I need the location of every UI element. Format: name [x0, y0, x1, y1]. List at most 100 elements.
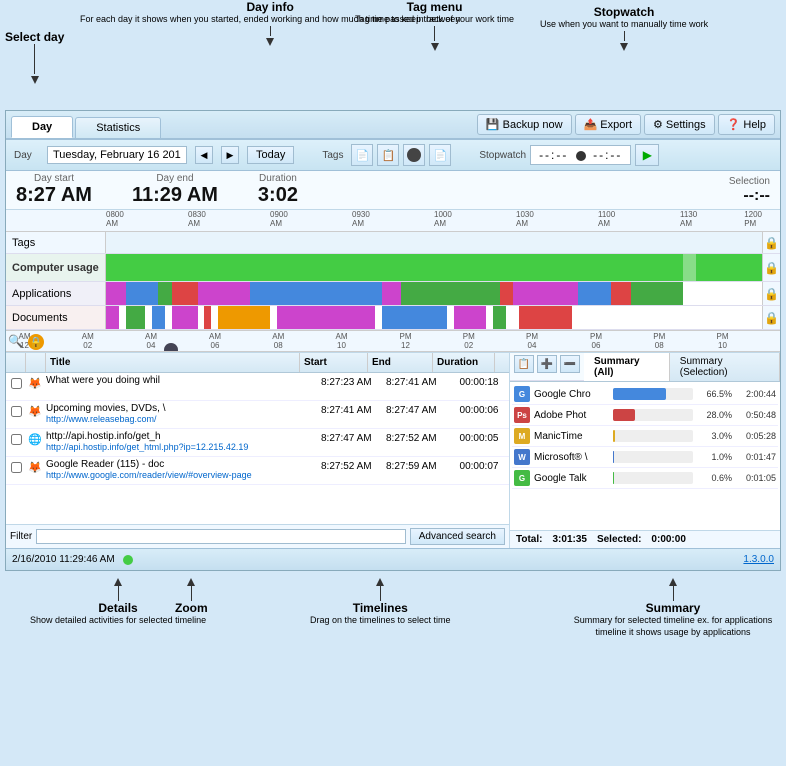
- settings-button[interactable]: ⚙ Settings: [644, 114, 715, 135]
- doc-bar-6: [218, 306, 270, 329]
- tab-day[interactable]: Day: [11, 116, 73, 138]
- stopwatch-section: Stopwatch --:-- --:-- ▶: [479, 144, 659, 166]
- annotations-top: Select day Day info For each day it show…: [0, 0, 786, 110]
- sw-time-value: --:--: [539, 148, 568, 162]
- ann-zoom: Zoom: [175, 576, 208, 615]
- backup-now-button[interactable]: 💾 Backup now: [477, 114, 572, 135]
- tag-circle-button[interactable]: [403, 144, 425, 166]
- row3-check[interactable]: [6, 431, 26, 448]
- btick-4am: AM04: [138, 332, 163, 350]
- tag-dot-icon: [407, 148, 421, 162]
- export-button[interactable]: 📤 Export: [575, 114, 642, 135]
- next-day-button[interactable]: ▶: [221, 146, 239, 164]
- app-bar-4: [172, 282, 198, 305]
- row3-url[interactable]: http://api.hostip.info/get_html.php?ip=1…: [46, 442, 317, 452]
- ann-stopwatch: Stopwatch Use when you want to manually …: [540, 5, 708, 51]
- filter-input[interactable]: [36, 529, 405, 544]
- add-tag-button[interactable]: 📄: [351, 144, 373, 166]
- summary-tool-btn-1[interactable]: 📋: [514, 355, 534, 373]
- row2-check[interactable]: [6, 403, 26, 420]
- advanced-search-button[interactable]: Advanced search: [410, 528, 505, 545]
- selected-value: 0:00:00: [651, 534, 685, 545]
- app-bar-13: [631, 282, 683, 305]
- prev-day-button[interactable]: ◀: [195, 146, 213, 164]
- details-header: Title Start End Duration: [6, 353, 509, 373]
- detail-row: 🦊 Upcoming movies, DVDs, \ http://www.re…: [6, 401, 509, 429]
- arrow-line-stopwatch: [624, 31, 625, 41]
- status-version[interactable]: 1.3.0.0: [743, 554, 774, 565]
- arrow-up-summary: [560, 578, 786, 586]
- row4-title: Google Reader (115) - doc http://www.goo…: [44, 459, 319, 480]
- col-end[interactable]: End: [368, 353, 433, 372]
- app-time-microsoft: 0:01:47: [736, 452, 776, 462]
- detail-row: 🦊 Google Reader (115) - doc http://www.g…: [6, 457, 509, 485]
- row4-start: 8:27:52 AM: [319, 459, 384, 474]
- col-duration[interactable]: Duration: [433, 353, 495, 372]
- day-start-item: Day start 8:27 AM: [16, 173, 92, 207]
- row4-check[interactable]: [6, 459, 26, 476]
- detail-row: 🦊 What were you doing whil 8:27:23 AM 8:…: [6, 373, 509, 401]
- help-button[interactable]: ❓ Help: [718, 114, 775, 135]
- tick-1000: 1000AM: [434, 210, 452, 228]
- app-bar-manictime: [613, 430, 693, 442]
- col-checkbox: [6, 353, 26, 372]
- tag-action-button[interactable]: 📋: [377, 144, 399, 166]
- sw-dot: [576, 151, 586, 161]
- tab-summary-all[interactable]: Summary (All): [584, 353, 670, 381]
- app-bar-fill-photoshop: [613, 409, 635, 421]
- summary-tool-btn-3[interactable]: ➖: [560, 355, 580, 373]
- docs-timeline-label: Documents: [6, 306, 106, 329]
- col-title[interactable]: Title: [46, 353, 300, 372]
- app-bar-photoshop: [613, 409, 693, 421]
- backup-icon: 💾: [486, 118, 500, 131]
- ruler-ticks-top: 0800AM 0830AM 0900AM 0930AM 1000AM 1030A…: [106, 210, 762, 231]
- zoom-lock-icon[interactable]: 🔒: [28, 334, 44, 350]
- doc-bar-10: [493, 306, 506, 329]
- time-ruler-bottom: AM12 AM02 AM04 AM06 AM08 AM10 PM12 PM02 …: [6, 330, 780, 352]
- arrow-line-zoom: [191, 586, 192, 601]
- zoom-dot[interactable]: [164, 343, 178, 352]
- duration-item: Duration 3:02: [258, 173, 298, 207]
- ann-summary: Summary Summary for selected timeline ex…: [560, 576, 786, 638]
- row2-url[interactable]: http://www.releasebag.com/: [46, 414, 317, 424]
- date-input[interactable]: [47, 146, 187, 164]
- docs-bar-area[interactable]: [106, 306, 762, 329]
- timeline-row-tags: Tags 🔒: [6, 232, 780, 254]
- sw-time-value2: --:--: [593, 148, 622, 162]
- app-bar-6: [250, 282, 381, 305]
- app-name-photoshop: Adobe Phot: [534, 410, 609, 421]
- stopwatch-play-button[interactable]: ▶: [635, 144, 659, 166]
- app-name-gtalk: Google Talk: [534, 473, 609, 484]
- tab-summary-selection[interactable]: Summary (Selection): [670, 353, 780, 381]
- app-name-chrome: Google Chro: [534, 389, 609, 400]
- today-button[interactable]: Today: [247, 146, 294, 164]
- app-time-manictime: 0:05:28: [736, 431, 776, 441]
- col-start[interactable]: Start: [300, 353, 368, 372]
- tab-statistics[interactable]: Statistics: [75, 117, 161, 138]
- tick-0900: 0900AM: [270, 210, 288, 228]
- computer-bar-area[interactable]: [106, 254, 762, 281]
- row2-end: 8:27:47 AM: [384, 403, 449, 418]
- day-start-value: 8:27 AM: [16, 184, 92, 207]
- tag-extra-button[interactable]: 📄: [429, 144, 451, 166]
- total-label: Total:: [516, 534, 542, 545]
- row1-end: 8:27:41 AM: [384, 375, 449, 390]
- timeline-row-docs: Documents 🔒: [6, 306, 780, 330]
- arrow-down-tag-menu: [355, 43, 514, 51]
- app-time-gtalk: 0:01:05: [736, 473, 776, 483]
- timeline-row-computer: Computer usage 🔒: [6, 254, 780, 282]
- sw-dot-icon: [574, 150, 593, 164]
- filter-row: Filter Advanced search: [6, 524, 509, 548]
- details-area: Title Start End Duration 🦊 What were you…: [6, 353, 780, 548]
- btick-10am: AM10: [329, 332, 354, 350]
- tags-bar-area[interactable]: [106, 232, 762, 253]
- selection-label: Selection: [729, 176, 770, 187]
- row4-url[interactable]: http://www.google.com/reader/view/#overv…: [46, 470, 317, 480]
- row1-check[interactable]: [6, 375, 26, 392]
- zoom-out-icon[interactable]: 🔍: [8, 334, 23, 348]
- apps-bar-area[interactable]: [106, 282, 762, 305]
- row3-title: http://api.hostip.info/get_h http://api.…: [44, 431, 319, 452]
- app-bar-9: [500, 282, 513, 305]
- summary-tool-btn-2[interactable]: ➕: [537, 355, 557, 373]
- annotations-bottom: Details Show detailed activities for sel…: [0, 571, 786, 681]
